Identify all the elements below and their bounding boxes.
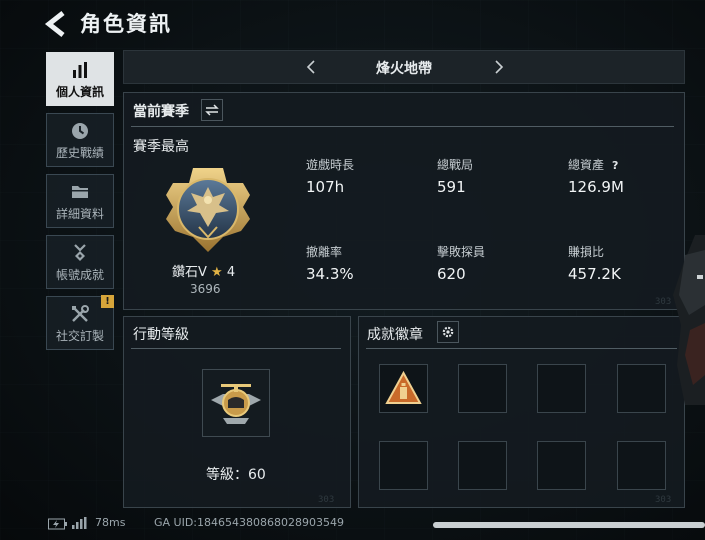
signal-icon xyxy=(72,517,87,529)
stat-label: 遊戲時長 xyxy=(306,158,355,172)
rank-score: 3696 xyxy=(190,282,221,296)
next-map-button[interactable] xyxy=(488,57,508,77)
achievement-slot[interactable] xyxy=(379,441,428,490)
season-title: 當前賽季 xyxy=(133,104,189,120)
map-name: 烽火地帶 xyxy=(376,61,432,77)
stat-value: 620 xyxy=(437,265,466,283)
medal-icon xyxy=(74,243,86,261)
achievements-settings-button[interactable] xyxy=(437,321,459,343)
stat-extraction-rate: 撤離率 34.3% xyxy=(306,243,354,283)
stat-play-time: 遊戲時長 107h xyxy=(306,156,354,196)
clock-icon xyxy=(72,122,88,139)
nav-item-label: 歷史戰績 xyxy=(55,145,104,160)
action-level-badge-frame xyxy=(202,369,270,437)
stat-label: 撤離率 xyxy=(306,245,343,259)
panel-watermark: 303 xyxy=(655,495,672,505)
achievement-slot[interactable] xyxy=(379,364,428,413)
helicopter-badge-icon xyxy=(211,384,261,424)
page-title: 角色資訊 xyxy=(80,12,172,36)
back-button[interactable] xyxy=(44,10,68,38)
stat-total-assets: 總資產? 126.9M xyxy=(568,156,624,196)
rank-label: 鑽石V ★ 4 xyxy=(172,261,235,280)
nav-item-label: 個人資訊 xyxy=(55,84,104,99)
star-icon: ★ xyxy=(211,265,223,280)
rank-emblem-icon xyxy=(166,168,250,252)
header: 角色資訊 xyxy=(0,0,705,46)
nav-item-achievements[interactable]: 帳號成就 xyxy=(46,235,114,289)
nav-item-personal-info[interactable]: 個人資訊 xyxy=(46,52,114,106)
nav-item-history[interactable]: 歷史戰績 xyxy=(46,113,114,167)
nav-item-details[interactable]: 詳細資料 xyxy=(46,174,114,228)
stat-label: 總資產 xyxy=(568,158,605,172)
rank-stars: 4 xyxy=(226,265,236,280)
action-level-value: 等級：60 xyxy=(206,467,266,483)
map-selector: 烽火地帶 xyxy=(123,50,685,84)
warning-badge-icon xyxy=(385,370,422,404)
bar-chart-icon xyxy=(73,61,87,78)
achievement-slot[interactable] xyxy=(617,441,666,490)
scrollbar-thumb[interactable] xyxy=(433,522,705,528)
notification-badge: ! xyxy=(101,295,114,308)
gear-icon xyxy=(442,326,454,338)
season-subtitle: 賽季最高 xyxy=(133,139,189,155)
achievement-slot[interactable] xyxy=(458,441,507,490)
nav-item-label: 詳細資料 xyxy=(55,206,104,221)
stat-total-matches: 總戰局 591 xyxy=(437,156,473,196)
achievement-slot[interactable] xyxy=(537,441,586,490)
stat-value: 591 xyxy=(437,178,466,196)
achievements-title: 成就徽章 xyxy=(367,327,423,343)
back-arrow-icon xyxy=(44,11,65,37)
nav-item-social[interactable]: 社交訂製 ! xyxy=(46,295,114,350)
character-art xyxy=(673,235,705,405)
swap-icon xyxy=(205,104,219,116)
stat-operators-defeated: 擊敗探員 620 xyxy=(437,243,485,283)
divider xyxy=(366,348,677,349)
stat-label: 賺損比 xyxy=(568,245,605,259)
switch-season-button[interactable] xyxy=(201,99,223,121)
folder-icon xyxy=(72,185,88,198)
stat-value: 126.9M xyxy=(568,178,624,196)
action-level-title: 行動等級 xyxy=(133,327,189,343)
divider xyxy=(131,126,674,127)
ping-value: 78ms xyxy=(95,516,126,529)
stat-value: 457.2K xyxy=(568,265,621,283)
battery-icon xyxy=(48,518,67,530)
stat-value: 107h xyxy=(306,178,345,196)
achievement-slot[interactable] xyxy=(537,364,586,413)
nav-item-label: 社交訂製 xyxy=(55,328,104,343)
achievement-slot[interactable] xyxy=(458,364,507,413)
rank-name: 鑽石V xyxy=(172,265,207,280)
stat-value: 34.3% xyxy=(306,265,354,283)
stat-label: 總戰局 xyxy=(437,158,474,172)
tools-icon xyxy=(72,304,89,322)
divider xyxy=(131,348,341,349)
panel-watermark: 303 xyxy=(318,495,335,505)
nav-item-label: 帳號成就 xyxy=(55,267,104,282)
stat-label: 擊敗探員 xyxy=(437,245,486,259)
stat-profit-loss-ratio: 賺損比 457.2K xyxy=(568,243,621,283)
uid-label: GA UID:18465438086802890​3549 xyxy=(154,516,344,529)
chevron-right-icon xyxy=(495,60,504,74)
help-icon[interactable]: ? xyxy=(612,159,618,172)
